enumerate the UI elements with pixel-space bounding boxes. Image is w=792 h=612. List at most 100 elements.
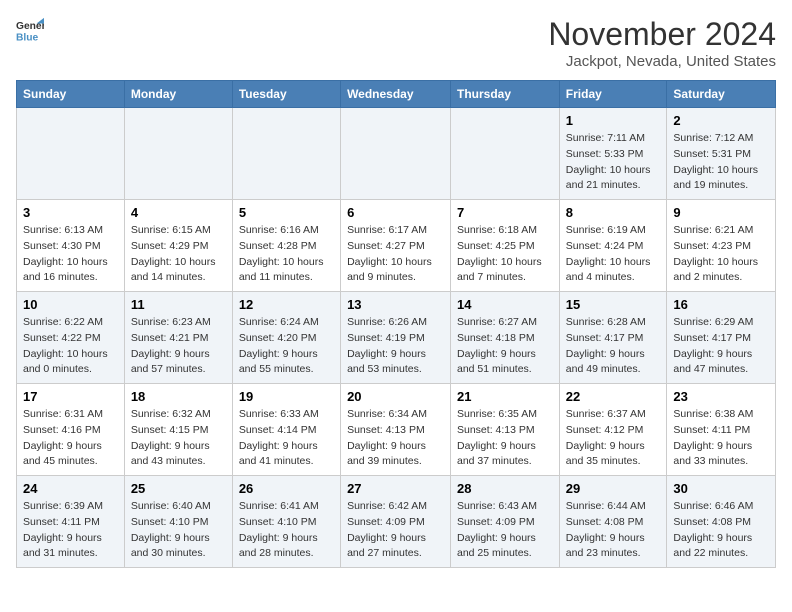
table-row: 21 Sunrise: 6:35 AMSunset: 4:13 PMDayligh…: [451, 384, 560, 476]
table-row: 28 Sunrise: 6:43 AMSunset: 4:09 PMDayligh…: [451, 476, 560, 568]
day-info: Sunrise: 6:13 AMSunset: 4:30 PMDaylight:…: [23, 223, 118, 286]
table-row: 3 Sunrise: 6:13 AMSunset: 4:30 PMDaylight…: [17, 200, 125, 292]
calendar-table: Sunday Monday Tuesday Wednesday Thursday…: [16, 80, 776, 568]
day-number: 9: [673, 205, 769, 220]
logo: General Blue: [16, 16, 44, 44]
day-number: 22: [566, 389, 661, 404]
svg-text:Blue: Blue: [16, 32, 39, 43]
table-row: 10 Sunrise: 6:22 AMSunset: 4:22 PMDayligh…: [17, 292, 125, 384]
day-number: 5: [239, 205, 334, 220]
day-number: 20: [347, 389, 444, 404]
day-number: 30: [673, 481, 769, 496]
day-info: Sunrise: 6:39 AMSunset: 4:11 PMDaylight:…: [23, 499, 118, 562]
table-row: 19 Sunrise: 6:33 AMSunset: 4:14 PMDayligh…: [232, 384, 340, 476]
table-row: 23Sunrise: 6:38 AMSunset: 4:11 PMDayligh…: [667, 384, 776, 476]
day-info: Sunrise: 6:41 AMSunset: 4:10 PMDaylight:…: [239, 499, 334, 562]
table-row: 13 Sunrise: 6:26 AMSunset: 4:19 PMDayligh…: [341, 292, 451, 384]
table-row: 25Sunrise: 6:40 AMSunset: 4:10 PMDayligh…: [124, 476, 232, 568]
day-number: 6: [347, 205, 444, 220]
table-row: 2 Sunrise: 7:12 AMSunset: 5:31 PMDaylight…: [667, 108, 776, 200]
table-row: 11Sunrise: 6:23 AMSunset: 4:21 PMDayligh…: [124, 292, 232, 384]
col-wednesday: Wednesday: [341, 81, 451, 108]
col-tuesday: Tuesday: [232, 81, 340, 108]
day-info: Sunrise: 6:42 AMSunset: 4:09 PMDaylight:…: [347, 499, 444, 562]
day-info: Sunrise: 6:43 AMSunset: 4:09 PMDaylight:…: [457, 499, 553, 562]
day-number: 3: [23, 205, 118, 220]
table-row: [124, 108, 232, 200]
day-number: 10: [23, 297, 118, 312]
week-row-1: 1 Sunrise: 7:11 AMSunset: 5:33 PMDaylight…: [17, 108, 776, 200]
table-row: 5 Sunrise: 6:16 AMSunset: 4:28 PMDaylight…: [232, 200, 340, 292]
day-number: 7: [457, 205, 553, 220]
day-number: 4: [131, 205, 226, 220]
day-info: Sunrise: 7:12 AMSunset: 5:31 PMDaylight:…: [673, 131, 769, 194]
day-info: Sunrise: 6:22 AMSunset: 4:22 PMDaylight:…: [23, 315, 118, 378]
day-number: 18: [131, 389, 226, 404]
title-block: November 2024 Jackpot, Nevada, United St…: [548, 16, 776, 70]
day-info: Sunrise: 7:11 AMSunset: 5:33 PMDaylight:…: [566, 131, 661, 194]
table-row: 16Sunrise: 6:29 AMSunset: 4:17 PMDayligh…: [667, 292, 776, 384]
table-row: 17 Sunrise: 6:31 AMSunset: 4:16 PMDayligh…: [17, 384, 125, 476]
day-info: Sunrise: 6:31 AMSunset: 4:16 PMDaylight:…: [23, 407, 118, 470]
table-row: 12 Sunrise: 6:24 AMSunset: 4:20 PMDayligh…: [232, 292, 340, 384]
day-number: 29: [566, 481, 661, 496]
week-row-3: 10 Sunrise: 6:22 AMSunset: 4:22 PMDayligh…: [17, 292, 776, 384]
col-friday: Friday: [559, 81, 667, 108]
day-info: Sunrise: 6:24 AMSunset: 4:20 PMDaylight:…: [239, 315, 334, 378]
table-row: [232, 108, 340, 200]
table-row: [451, 108, 560, 200]
day-info: Sunrise: 6:21 AMSunset: 4:23 PMDaylight:…: [673, 223, 769, 286]
col-sunday: Sunday: [17, 81, 125, 108]
day-number: 13: [347, 297, 444, 312]
day-info: Sunrise: 6:46 AMSunset: 4:08 PMDaylight:…: [673, 499, 769, 562]
day-number: 8: [566, 205, 661, 220]
logo-icon: General Blue: [16, 16, 44, 44]
day-number: 14: [457, 297, 553, 312]
day-number: 26: [239, 481, 334, 496]
col-saturday: Saturday: [667, 81, 776, 108]
day-info: Sunrise: 6:26 AMSunset: 4:19 PMDaylight:…: [347, 315, 444, 378]
table-row: 24 Sunrise: 6:39 AMSunset: 4:11 PMDayligh…: [17, 476, 125, 568]
location: Jackpot, Nevada, United States: [548, 53, 776, 70]
table-row: 14Sunrise: 6:27 AMSunset: 4:18 PMDayligh…: [451, 292, 560, 384]
day-info: Sunrise: 6:19 AMSunset: 4:24 PMDaylight:…: [566, 223, 661, 286]
day-number: 24: [23, 481, 118, 496]
table-row: 22 Sunrise: 6:37 AMSunset: 4:12 PMDayligh…: [559, 384, 667, 476]
table-row: 1 Sunrise: 7:11 AMSunset: 5:33 PMDaylight…: [559, 108, 667, 200]
day-number: 2: [673, 113, 769, 128]
day-info: Sunrise: 6:35 AMSunset: 4:13 PMDaylight:…: [457, 407, 553, 470]
day-number: 21: [457, 389, 553, 404]
table-row: [17, 108, 125, 200]
table-row: 4 Sunrise: 6:15 AMSunset: 4:29 PMDaylight…: [124, 200, 232, 292]
day-info: Sunrise: 6:44 AMSunset: 4:08 PMDaylight:…: [566, 499, 661, 562]
day-info: Sunrise: 6:33 AMSunset: 4:14 PMDaylight:…: [239, 407, 334, 470]
day-info: Sunrise: 6:18 AMSunset: 4:25 PMDaylight:…: [457, 223, 553, 286]
table-row: [341, 108, 451, 200]
day-info: Sunrise: 6:16 AMSunset: 4:28 PMDaylight:…: [239, 223, 334, 286]
day-number: 19: [239, 389, 334, 404]
table-row: 27Sunrise: 6:42 AMSunset: 4:09 PMDayligh…: [341, 476, 451, 568]
day-number: 16: [673, 297, 769, 312]
day-info: Sunrise: 6:17 AMSunset: 4:27 PMDaylight:…: [347, 223, 444, 286]
day-number: 25: [131, 481, 226, 496]
day-number: 17: [23, 389, 118, 404]
table-row: 8 Sunrise: 6:19 AMSunset: 4:24 PMDaylight…: [559, 200, 667, 292]
day-number: 1: [566, 113, 661, 128]
table-row: 15 Sunrise: 6:28 AMSunset: 4:17 PMDayligh…: [559, 292, 667, 384]
day-info: Sunrise: 6:37 AMSunset: 4:12 PMDaylight:…: [566, 407, 661, 470]
day-info: Sunrise: 6:38 AMSunset: 4:11 PMDaylight:…: [673, 407, 769, 470]
table-row: 6 Sunrise: 6:17 AMSunset: 4:27 PMDaylight…: [341, 200, 451, 292]
week-row-5: 24 Sunrise: 6:39 AMSunset: 4:11 PMDayligh…: [17, 476, 776, 568]
table-row: 20Sunrise: 6:34 AMSunset: 4:13 PMDayligh…: [341, 384, 451, 476]
day-info: Sunrise: 6:28 AMSunset: 4:17 PMDaylight:…: [566, 315, 661, 378]
day-info: Sunrise: 6:32 AMSunset: 4:15 PMDaylight:…: [131, 407, 226, 470]
col-thursday: Thursday: [451, 81, 560, 108]
week-row-2: 3 Sunrise: 6:13 AMSunset: 4:30 PMDaylight…: [17, 200, 776, 292]
day-number: 11: [131, 297, 226, 312]
month-title: November 2024: [548, 16, 776, 53]
day-info: Sunrise: 6:15 AMSunset: 4:29 PMDaylight:…: [131, 223, 226, 286]
day-number: 12: [239, 297, 334, 312]
table-row: 7 Sunrise: 6:18 AMSunset: 4:25 PMDaylight…: [451, 200, 560, 292]
day-number: 15: [566, 297, 661, 312]
day-number: 28: [457, 481, 553, 496]
